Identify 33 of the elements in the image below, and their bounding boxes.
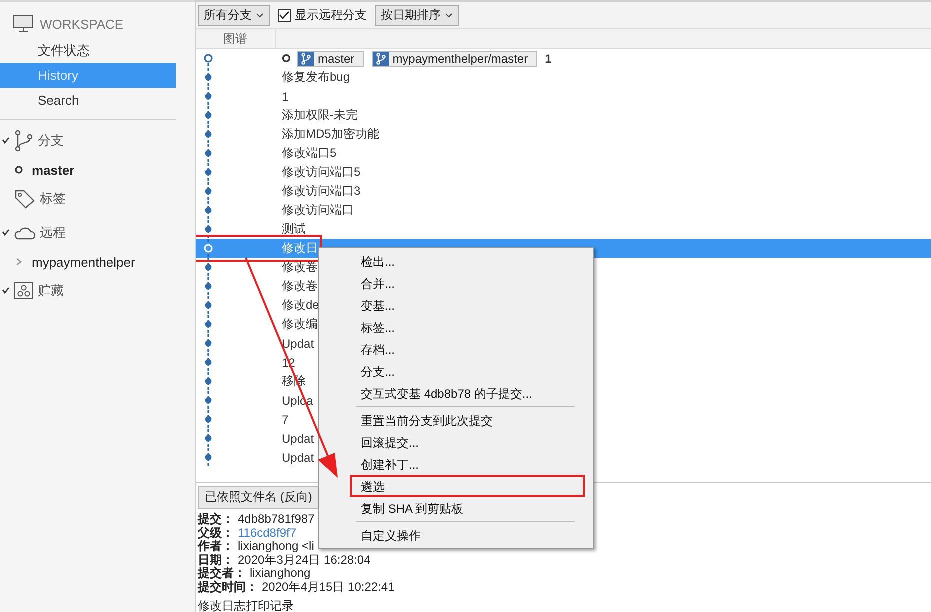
field-value: 4db8b781f987	[238, 513, 315, 526]
commit-message: 修改编	[282, 316, 318, 333]
commit-message: 1	[545, 52, 552, 66]
field-label: 提交：	[198, 513, 234, 526]
field-value: 2020年3月24日 16:28:04	[238, 554, 371, 567]
commit-message: 修复发布bug	[282, 69, 350, 86]
checkbox-label: 显示远程分支	[295, 6, 367, 24]
commit-message: 修改访问端口	[282, 202, 354, 219]
commit-message: 修改日	[282, 240, 318, 257]
commit-message: Updat	[282, 450, 314, 464]
field-value: lixianghong <li	[238, 540, 314, 554]
commit-message: Updat	[282, 432, 314, 446]
commit-message: 1	[282, 90, 289, 104]
field-label: 提交时间：	[198, 580, 258, 594]
commit-message: 修改访问端口3	[282, 183, 361, 200]
commit-message: 修改日志打印记录	[198, 600, 295, 612]
commit-message: 7	[282, 412, 289, 426]
field-label: 父级：	[198, 526, 234, 540]
field-label: 作者：	[198, 540, 234, 554]
commit-message: 修改de	[282, 297, 320, 314]
commit-message: 修改卷	[282, 278, 318, 295]
commit-message: 测试	[282, 221, 306, 238]
commit-message: 修改端口5	[282, 145, 337, 162]
commit-message: 添加MD5加密功能	[282, 126, 380, 143]
field-label: 日期：	[198, 554, 234, 566]
workspace-title: WORKSPACE	[40, 16, 124, 32]
commit-message: 修改卷	[282, 259, 318, 276]
field-value: lixianghong	[250, 567, 311, 580]
commit-message: 添加权限-未完	[282, 107, 358, 124]
field-label: 提交者：	[198, 567, 246, 580]
field-value: 2020年4月15日 10:22:41	[262, 580, 395, 594]
commit-message: Updat	[282, 336, 314, 350]
commit-message: 修改访问端口5	[282, 164, 361, 181]
